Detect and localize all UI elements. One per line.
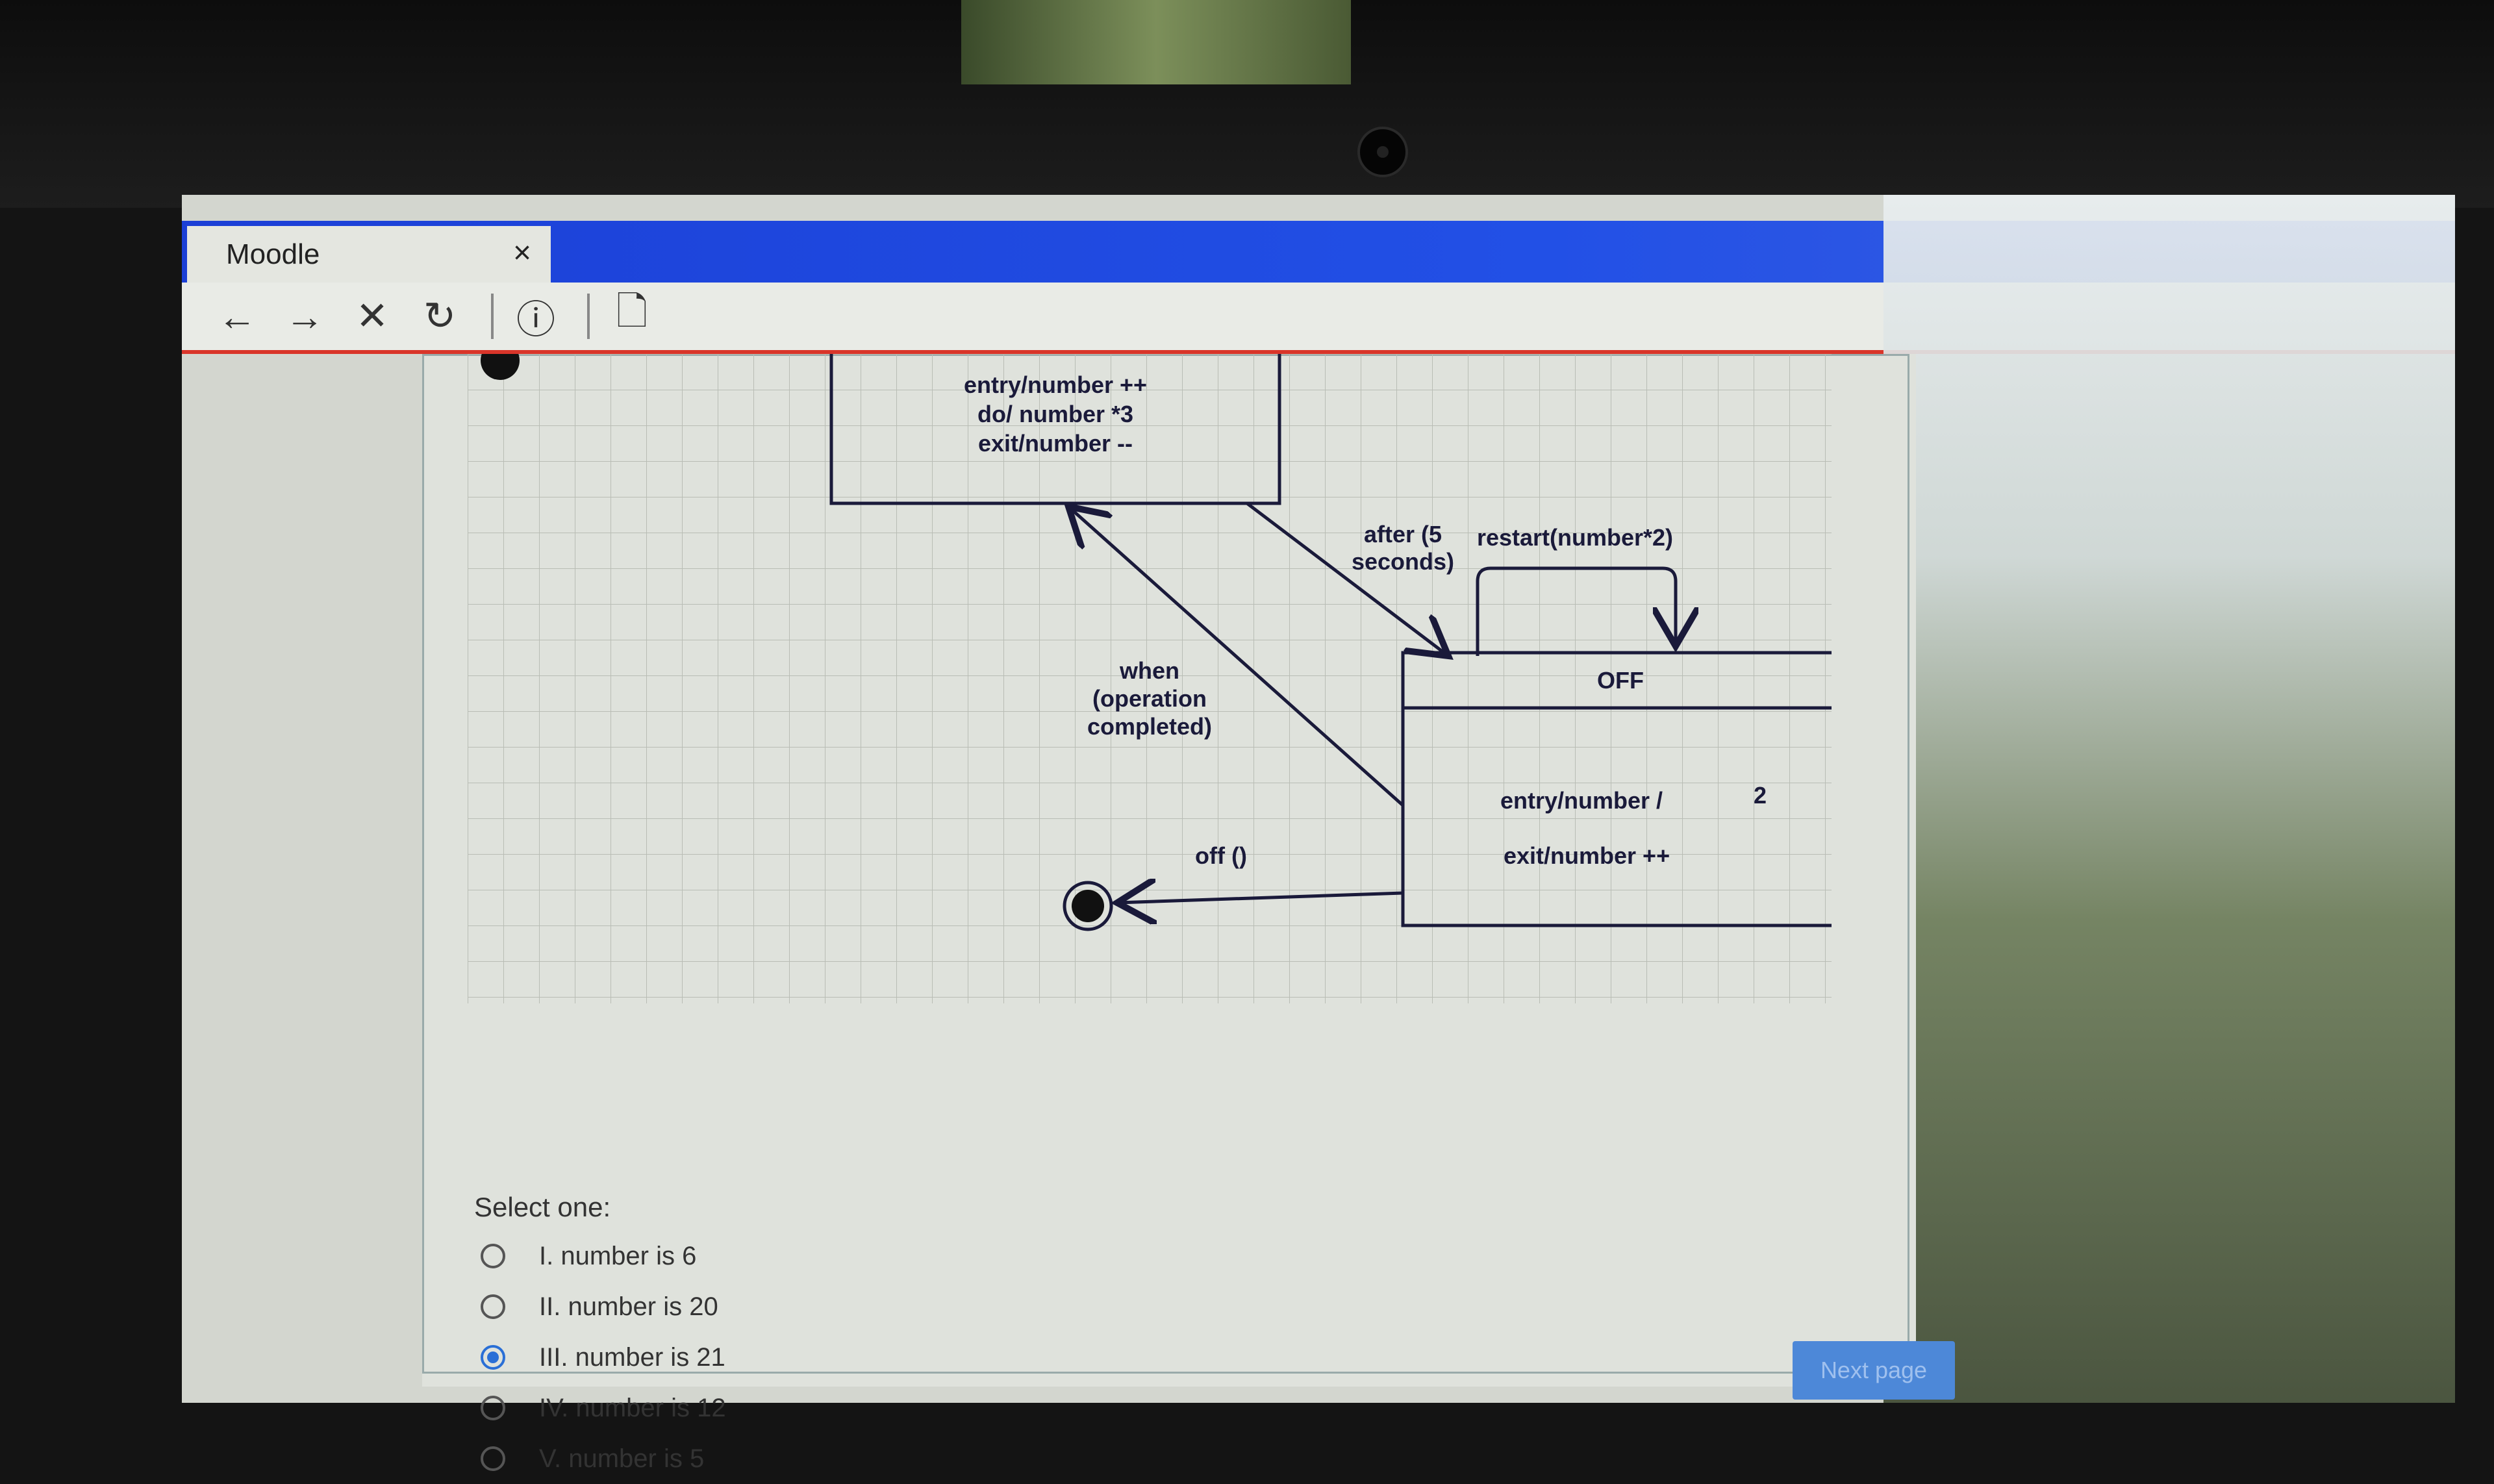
option-label: IV. number is 12 <box>539 1393 726 1422</box>
option-label: III. number is 21 <box>539 1342 725 1372</box>
radio-option-5[interactable] <box>481 1446 505 1471</box>
state-diagram-svg: entry/number ++ do/ number *3 exit/numbe… <box>468 341 1840 1003</box>
after-label-line1: after (5 <box>1364 521 1442 547</box>
option-label: II. number is 20 <box>539 1292 718 1321</box>
top-state-do: do/ number *3 <box>977 401 1133 427</box>
final-state <box>1072 890 1104 922</box>
question-content: entry/number ++ do/ number *3 exit/numbe… <box>422 341 1916 1473</box>
when-label-line2: (operation <box>1092 685 1207 712</box>
state-diagram: entry/number ++ do/ number *3 exit/numbe… <box>468 341 1840 1003</box>
when-label-line1: when <box>1119 657 1179 684</box>
top-state-entry: entry/number ++ <box>964 371 1147 398</box>
when-label-line3: completed) <box>1087 713 1212 740</box>
answer-options: I. number is 6 II. number is 20 III. num… <box>481 1231 726 1484</box>
toolbar-divider <box>587 294 590 339</box>
radio-option-4[interactable] <box>481 1396 505 1420</box>
next-page-button[interactable]: Next page <box>1793 1341 1955 1400</box>
stop-icon[interactable]: ✕ <box>343 287 401 346</box>
option-3[interactable]: III. number is 21 <box>481 1332 726 1383</box>
tab-moodle[interactable]: Moodle × <box>187 226 551 283</box>
option-4[interactable]: IV. number is 12 <box>481 1383 726 1433</box>
off-state-exit: exit/number ++ <box>1504 842 1670 869</box>
off-state-entry-suffix: 2 <box>1754 782 1767 809</box>
forward-icon[interactable]: → <box>275 287 334 346</box>
off-state-title: OFF <box>1597 667 1644 694</box>
option-label: V. number is 5 <box>539 1444 705 1473</box>
top-state-exit: exit/number -- <box>978 430 1133 457</box>
restart-label: restart(number*2) <box>1477 524 1673 551</box>
background-window <box>961 0 1351 84</box>
after-label-line2: seconds) <box>1352 548 1454 575</box>
option-label: I. number is 6 <box>539 1241 697 1270</box>
tab-title: Moodle <box>226 238 320 270</box>
close-icon[interactable]: × <box>513 235 531 271</box>
radio-option-1[interactable] <box>481 1244 505 1268</box>
option-1[interactable]: I. number is 6 <box>481 1231 726 1281</box>
back-icon[interactable]: ← <box>208 287 266 346</box>
page-icon[interactable]: 🗋 <box>603 287 661 346</box>
option-2[interactable]: II. number is 20 <box>481 1281 726 1332</box>
screen-glare <box>1883 195 2455 1403</box>
toolbar-divider <box>491 294 494 339</box>
radio-option-2[interactable] <box>481 1294 505 1319</box>
webcam <box>1357 127 1408 177</box>
info-icon[interactable]: ⓘ <box>507 287 565 346</box>
reload-icon[interactable]: ↻ <box>410 287 469 346</box>
option-5[interactable]: V. number is 5 <box>481 1433 726 1484</box>
radio-option-3[interactable] <box>481 1345 505 1370</box>
off-transition-label: off () <box>1195 842 1247 869</box>
off-state-entry: entry/number / <box>1500 787 1663 814</box>
select-one-label: Select one: <box>474 1192 611 1222</box>
browser-screen: Moodle × ← → ✕ ↻ ⓘ 🗋 entry/number ++ do/… <box>182 195 2455 1473</box>
